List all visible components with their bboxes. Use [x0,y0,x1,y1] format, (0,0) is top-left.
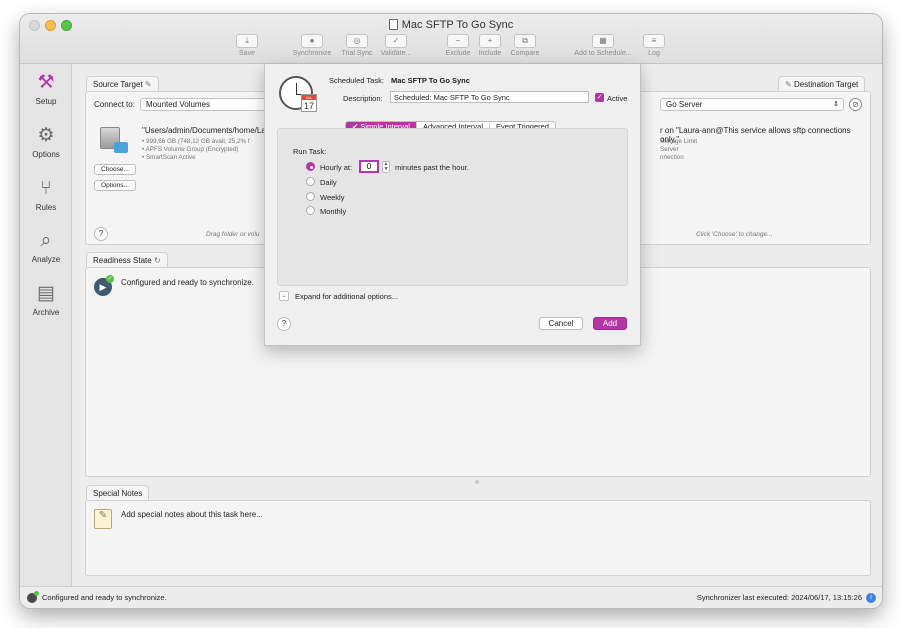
readiness-message: Configured and ready to synchronize. [121,278,254,287]
edit-icon: ✎ [144,80,152,89]
info-icon[interactable]: i [866,593,876,603]
simple-interval-pane: Run Task: Hourly at: 0 ▲ ▼ minutes past t… [277,128,628,286]
trial-sync-button[interactable]: ◎ Trial Sync [340,34,374,57]
archive-icon: ▤ [37,283,55,304]
special-notes-input[interactable]: Add special notes about this task here..… [121,510,263,519]
daily-label: Daily [320,178,337,187]
gear-icon: ⚙ [37,125,55,146]
schedule-sheet: JUL 17 Scheduled Task: Mac SFTP To Go Sy… [264,64,641,346]
resize-handle[interactable] [475,480,479,484]
source-path: "Users/admin/Documents/home/La [142,126,266,135]
analyze-icon: ⌕ [40,230,52,251]
rules-icon: ⑂ [40,178,52,199]
add-to-schedule-button[interactable]: ▦ Add to Schedule... [570,34,636,57]
scheduled-task-label: Scheduled Task: [329,76,384,85]
destination-detail: nnection [660,154,684,161]
log-icon: ≡ [643,34,665,48]
daily-radio[interactable] [306,177,315,186]
active-checkbox[interactable]: ✓ [595,93,604,102]
readiness-state-tab[interactable]: Readiness State ↻ [86,252,168,267]
validate-button[interactable]: ✓ Validate... [378,34,414,57]
active-label: Active [607,94,628,103]
scheduled-task-name: Mac SFTP To Go Sync [391,76,470,85]
notepad-icon: ✎ [94,509,112,529]
description-field[interactable]: Scheduled: Mac SFTP To Go Sync [390,91,589,103]
destination-target-tab[interactable]: ✎ Destination Target [778,76,866,91]
monthly-label: Monthly [320,207,347,216]
source-target-tab[interactable]: Source Target ✎ [86,76,159,91]
source-detail: • APFS Volume Group (Encrypted) [142,146,239,153]
minutes-suffix: minutes past the hour. [395,163,469,172]
check-badge-icon: ✓ [106,275,114,283]
minutes-stepper[interactable]: ▲ ▼ [382,161,390,173]
include-icon: + [479,34,501,48]
calendar-badge: JUL 17 [301,94,317,112]
weekly-label: Weekly [320,193,345,202]
minutes-field[interactable]: 0 [359,160,379,173]
source-drag-hint: Drag folder or volu [206,231,260,238]
log-button[interactable]: ≡ Log [642,34,666,57]
validate-icon: ✓ [385,34,407,48]
folder-icon [114,142,128,153]
sidebar-item-analyze[interactable]: ⌕ Analyze [20,230,72,264]
sidebar-item-archive[interactable]: ▤ Archive [20,283,72,317]
wrench-icon: ⚒ [37,72,55,93]
hourly-radio[interactable] [306,162,315,171]
exclude-icon: − [447,34,469,48]
sidebar: ⚒ Setup ⚙ Options ⑂ Rules ⌕ Analyze ▤ Archive [20,64,72,586]
status-message: Configured and ready to synchronize. [42,593,167,602]
refresh-icon: ↻ [153,256,161,265]
sidebar-item-rules[interactable]: ⑂ Rules [20,178,72,212]
destination-detail: Server [660,146,679,153]
save-icon: ⤓ [236,34,258,48]
source-detail: • 999,66 GB (748,12 GB avail, 25,2% f [142,138,250,145]
calendar-icon: ▦ [592,34,614,48]
add-button[interactable]: Add [593,317,627,330]
expand-toggle[interactable]: ⌄ [279,291,289,301]
titlebar: Mac SFTP To Go Sync ⤓ Save ● Synchronize ◎… [20,14,882,64]
chevron-updown-icon: ⇕ [833,101,839,108]
cancel-button[interactable]: Cancel [539,317,583,330]
exclude-button[interactable]: − Exclude [444,34,472,57]
include-button[interactable]: + Include [476,34,504,57]
compare-button[interactable]: ⧉ Compare [508,34,542,57]
source-detail: • SmartScan Active [142,154,196,161]
connect-to-label: Connect to: [94,100,135,109]
special-notes-tab[interactable]: Special Notes [86,485,150,500]
edit-icon: ✎ [785,80,792,89]
synchronize-icon: ● [301,34,323,48]
sidebar-item-options[interactable]: ⚙ Options [20,125,72,159]
status-bar: Configured and ready to synchronize. Syn… [20,586,882,608]
synchronize-button[interactable]: ● Synchronize [288,34,336,57]
monthly-radio[interactable] [306,206,315,215]
last-executed: Synchronizer last executed: 2024/06/17, … [696,593,862,602]
choose-button[interactable]: Choose... [94,164,136,175]
source-connect-select[interactable]: Mounted Volumes [140,98,266,111]
special-notes-panel: ✎ Add special notes about this task here… [85,500,871,576]
destination-detail: Storage Limit [660,138,698,145]
disconnect-icon[interactable]: ⊘ [849,98,862,111]
sheet-help-button[interactable]: ? [277,317,291,331]
expand-label: Expand for additional options... [295,292,398,301]
window-title: Mac SFTP To Go Sync [20,19,882,31]
hourly-label: Hourly at: [320,163,353,172]
trial-sync-icon: ◎ [346,34,368,48]
description-label: Description: [343,94,383,103]
document-icon [388,19,398,30]
save-button[interactable]: ⤓ Save [234,34,260,57]
weekly-radio[interactable] [306,192,315,201]
compare-icon: ⧉ [514,34,536,48]
run-task-label: Run Task: [293,147,327,156]
help-button[interactable]: ? [94,227,108,241]
destination-hint: Click 'Choose' to change... [696,231,773,238]
options-button[interactable]: Options... [94,180,136,191]
status-ready-icon [27,591,39,603]
destination-connect-select[interactable]: Go Server ⇕ [660,98,844,111]
sidebar-item-setup[interactable]: ⚒ Setup [20,72,72,106]
